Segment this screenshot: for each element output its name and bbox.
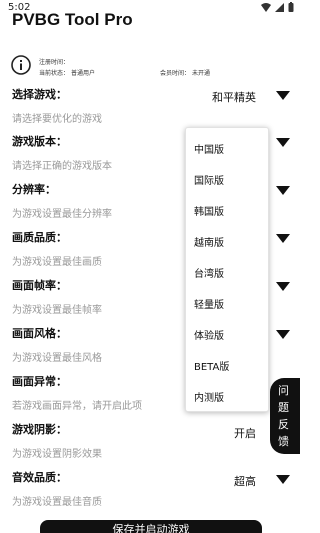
feedback-char: 问 — [278, 384, 289, 397]
dropdown-option[interactable]: 越南版 — [194, 234, 224, 249]
member-time-label: 会员时间： — [160, 70, 191, 77]
dropdown-option[interactable]: 体验版 — [194, 327, 224, 342]
setting-desc: 请选择要优化的游戏 — [12, 114, 102, 125]
setting-value[interactable]: 开启 — [234, 425, 256, 441]
setting-desc: 为游戏设置最佳分辨率 — [12, 209, 112, 220]
setting-label: 画面风格： — [12, 327, 67, 340]
setting-value[interactable]: 和平精英 — [212, 89, 256, 105]
setting-desc: 若游戏画面异常，请开启此项 — [12, 401, 142, 412]
feedback-char: 反 — [278, 418, 289, 431]
setting-label: 选择游戏： — [12, 88, 67, 101]
setting-label: 画面帧率： — [12, 279, 67, 292]
version-dropdown-menu: 中国版 国际版 韩国版 越南版 台湾版 轻量版 体验版 BETA版 内测版 — [185, 127, 269, 412]
dropdown-option[interactable]: 轻量版 — [194, 296, 224, 311]
dropdown-option[interactable]: 台湾版 — [194, 265, 224, 280]
setting-desc: 请选择正确的游戏版本 — [12, 161, 112, 172]
battery-icon — [288, 2, 294, 12]
setting-desc: 为游戏设置阴影效果 — [12, 449, 102, 460]
setting-value[interactable]: 超高 — [234, 473, 256, 489]
dropdown-option[interactable]: 内测版 — [194, 389, 224, 404]
member-time-value: 未开通 — [192, 70, 211, 77]
setting-label: 画质品质： — [12, 231, 67, 244]
app-title: PVBG Tool Pro — [12, 10, 133, 29]
signal-icon — [275, 2, 284, 12]
dropdown-arrow-icon[interactable] — [276, 330, 290, 339]
dropdown-arrow-icon[interactable] — [276, 186, 290, 195]
dropdown-arrow-icon[interactable] — [276, 282, 290, 291]
feedback-char: 题 — [278, 401, 289, 414]
status-icons — [261, 2, 294, 12]
dropdown-option[interactable]: 中国版 — [194, 141, 224, 156]
setting-label: 音效品质： — [12, 471, 67, 484]
dropdown-arrow-icon[interactable] — [276, 234, 290, 243]
dropdown-arrow-icon[interactable] — [276, 138, 290, 147]
register-time-label: 注册时间： — [39, 59, 70, 66]
dropdown-arrow-icon[interactable] — [276, 91, 290, 100]
feedback-tab[interactable]: 问 题 反 馈 — [270, 378, 300, 454]
dropdown-option[interactable]: 国际版 — [194, 172, 224, 187]
setting-label: 画面异常： — [12, 375, 67, 388]
setting-desc: 为游戏设置最佳帧率 — [12, 305, 102, 316]
start-game-button[interactable]: 保存并启动游戏 — [40, 520, 262, 533]
account-info: 注册时间： 当前状态： 普通用户 会员时间： 未开通 — [10, 54, 290, 80]
setting-label: 游戏版本： — [12, 135, 67, 148]
setting-label: 分辨率： — [12, 183, 56, 196]
current-status-value: 普通用户 — [71, 70, 96, 77]
setting-desc: 为游戏设置最佳画质 — [12, 257, 102, 268]
dropdown-option[interactable]: BETA版 — [194, 358, 229, 373]
setting-label: 游戏阴影： — [12, 423, 67, 436]
setting-desc: 为游戏设置最佳音质 — [12, 497, 102, 508]
current-status-label: 当前状态： — [39, 70, 70, 77]
dropdown-arrow-icon[interactable] — [276, 475, 290, 484]
feedback-char: 馈 — [278, 435, 289, 448]
setting-desc: 为游戏设置最佳风格 — [12, 353, 102, 364]
info-icon[interactable] — [11, 55, 31, 75]
wifi-icon — [261, 2, 271, 12]
dropdown-option[interactable]: 韩国版 — [194, 203, 224, 218]
